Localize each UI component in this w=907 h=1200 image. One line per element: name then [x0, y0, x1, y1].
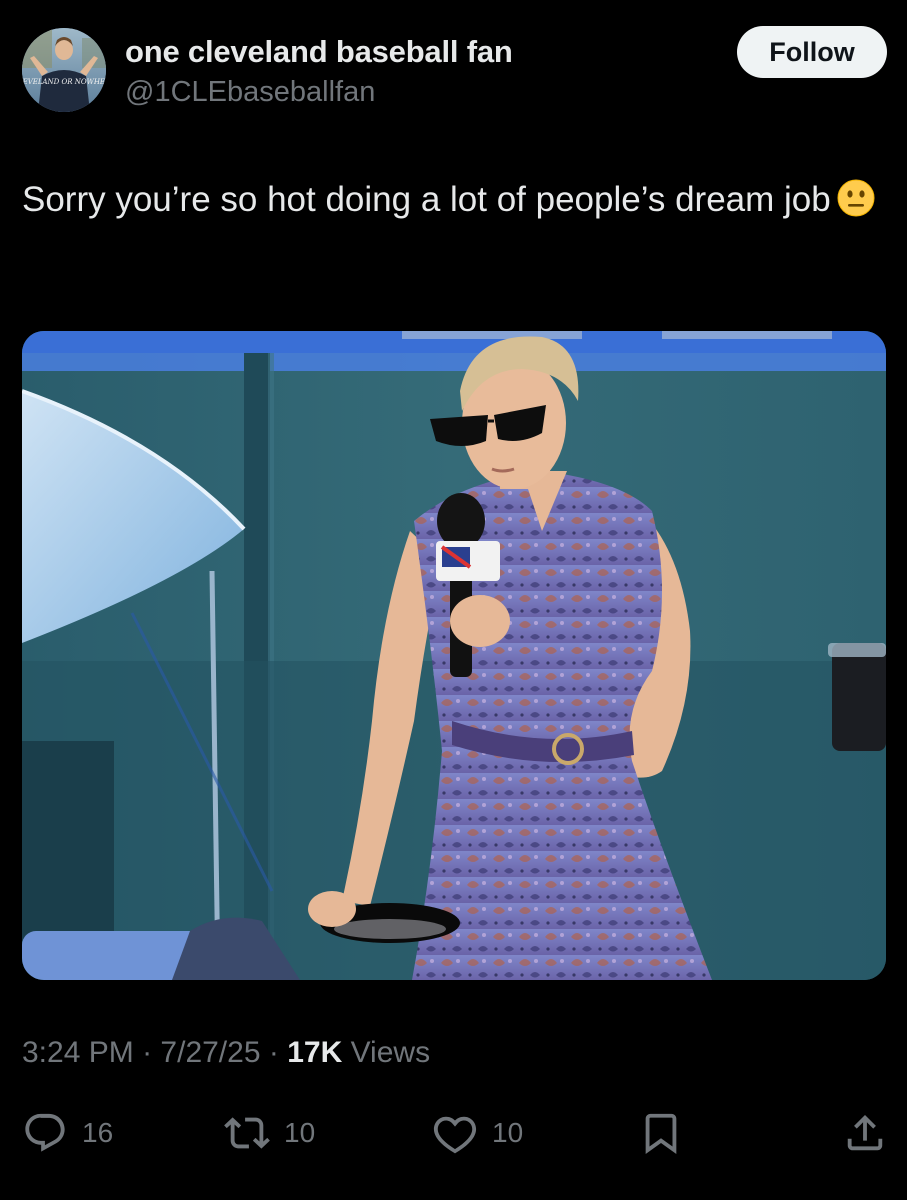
reply-button[interactable]: 16 — [22, 1108, 113, 1158]
reply-icon — [22, 1110, 68, 1156]
like-count: 10 — [492, 1117, 524, 1148]
tweet-text: Sorry you’re so hot doing a lot of peopl… — [22, 172, 887, 234]
meta-separator: · — [268, 1036, 279, 1069]
tweet-actions: 16 10 10 — [22, 1108, 887, 1158]
repost-count: 10 — [284, 1117, 316, 1148]
repost-button[interactable]: 10 — [224, 1108, 315, 1158]
follow-button[interactable]: Follow — [737, 26, 887, 78]
heart-icon — [432, 1110, 478, 1156]
tweet-time[interactable]: 3:24 PM — [22, 1036, 134, 1069]
bookmark-icon — [638, 1110, 684, 1156]
tweet-header: CLEVELAND OR NOWHERE one cleveland baseb… — [22, 26, 887, 118]
repost-icon — [224, 1110, 270, 1156]
like-button[interactable]: 10 — [432, 1108, 523, 1158]
share-icon — [842, 1110, 888, 1156]
bookmark-button[interactable] — [638, 1108, 684, 1158]
tweet-date[interactable]: 7/27/25 — [160, 1036, 260, 1069]
share-button[interactable] — [842, 1108, 888, 1158]
neutral-face-emoji-icon — [837, 178, 875, 234]
author-display-name[interactable]: one cleveland baseball fan — [125, 34, 513, 70]
author-handle[interactable]: @1CLEbaseballfan — [125, 76, 375, 109]
reply-count: 16 — [82, 1117, 114, 1148]
avatar-shirt-text: CLEVELAND OR NOWHERE — [22, 78, 106, 86]
views-count: 17K — [287, 1036, 343, 1069]
tweet-body: Sorry you’re so hot doing a lot of peopl… — [22, 180, 831, 219]
views-label: Views — [350, 1036, 431, 1069]
tweet-meta: 3:24 PM · 7/27/25 · 17K Views — [22, 1036, 430, 1070]
tweet-media-photo[interactable] — [22, 331, 886, 980]
meta-separator: · — [142, 1036, 153, 1069]
avatar[interactable]: CLEVELAND OR NOWHERE — [22, 28, 106, 112]
